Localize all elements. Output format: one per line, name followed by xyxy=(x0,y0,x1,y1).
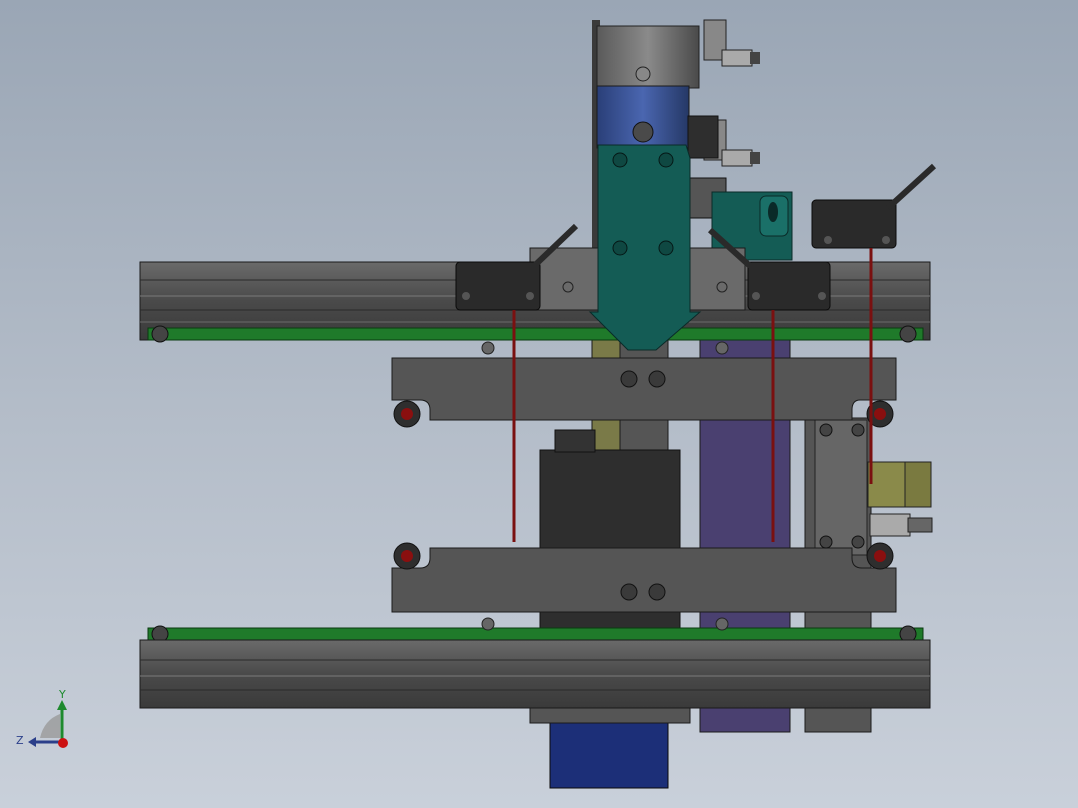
cad-viewport[interactable]: Y Z xyxy=(0,0,1078,808)
upper-clamp-arm xyxy=(391,357,897,428)
origin-icon xyxy=(58,738,68,748)
y-axis-label: Y xyxy=(58,688,66,701)
teal-carriage xyxy=(588,144,702,351)
air-fitting-top xyxy=(703,19,760,67)
assembly-drawing: Y Z xyxy=(16,19,937,789)
z-axis-label: Z xyxy=(16,734,24,747)
coordinate-triad: Y Z xyxy=(16,688,68,748)
lower-clamp-arm xyxy=(391,542,897,613)
